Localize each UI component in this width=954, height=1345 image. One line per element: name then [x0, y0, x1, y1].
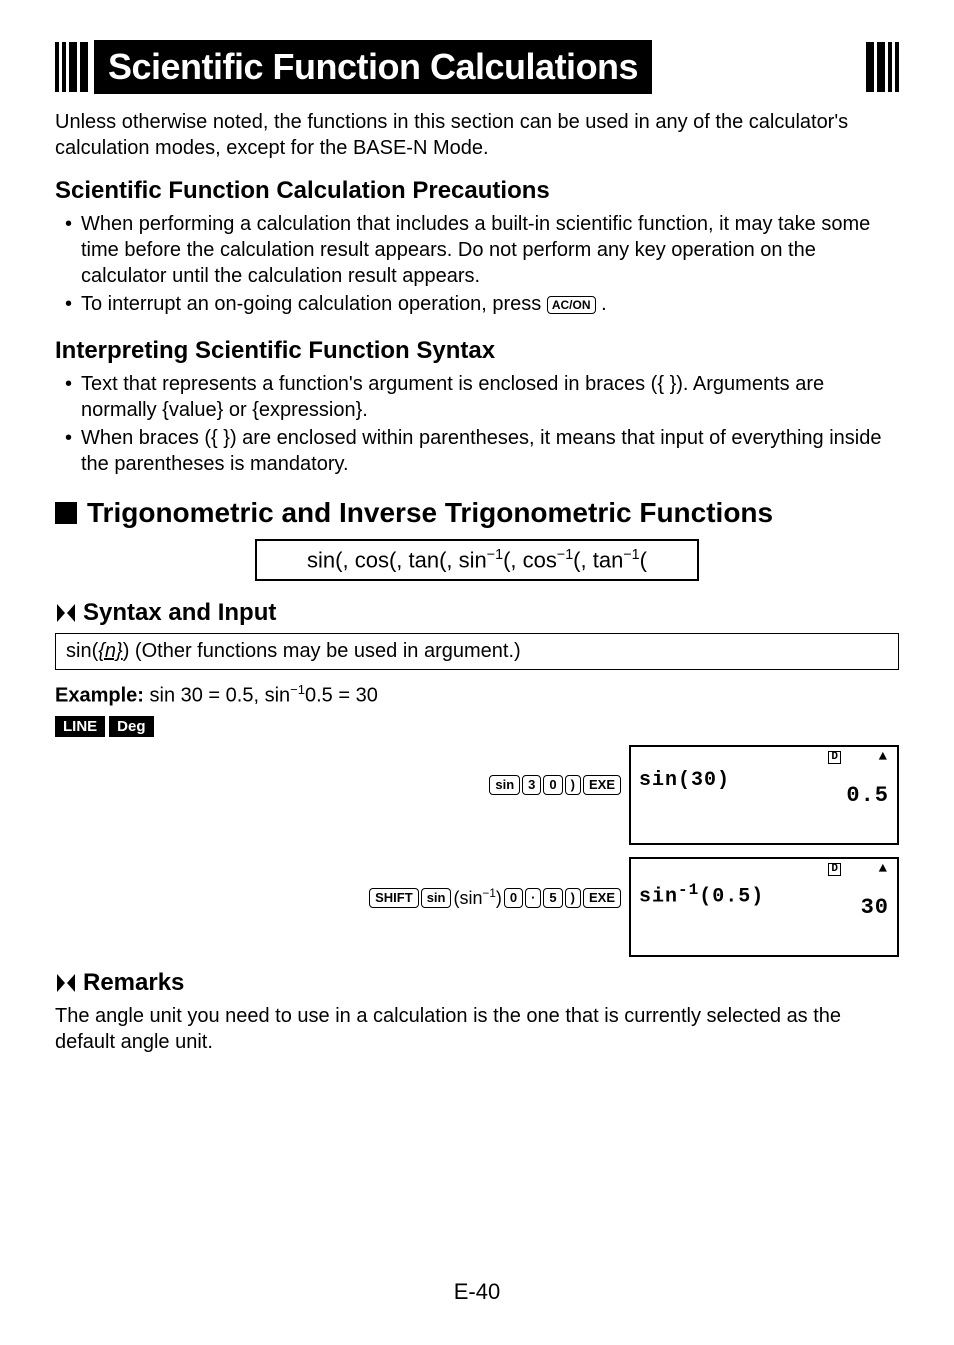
num-key-icon: 3 [522, 775, 541, 795]
syntax-subhead: Syntax and Input [55, 599, 899, 627]
num-key-icon: 0 [543, 775, 562, 795]
precautions-heading: Scientific Function Calculation Precauti… [55, 177, 899, 205]
paren-key-icon: ) [565, 888, 581, 908]
screen-expression: sin(30) [639, 769, 730, 792]
num-key-icon: 5 [543, 888, 562, 908]
deg-badge: Deg [109, 716, 153, 737]
page-number: E-40 [0, 1279, 954, 1305]
square-bullet-icon [55, 502, 77, 524]
line-badge: LINE [55, 716, 105, 737]
screen-result: 0.5 [846, 783, 889, 808]
interpret-item: When braces ({ }) are enclosed within pa… [65, 425, 899, 477]
sin-key-icon: sin [489, 775, 520, 795]
paren-key-icon: ) [565, 775, 581, 795]
screen-result: 30 [861, 895, 889, 920]
decorative-bars-right [866, 42, 899, 92]
precaution-item: To interrupt an on-going calculation ope… [65, 291, 899, 317]
syntax-heading: Syntax and Input [83, 599, 276, 627]
remarks-text: The angle unit you need to use in a calc… [55, 1003, 899, 1055]
calc-screen-2: D ▲ sin-1(0.5) 30 [629, 857, 899, 957]
precaution-item: When performing a calculation that inclu… [65, 211, 899, 289]
intro-text: Unless otherwise noted, the functions in… [55, 109, 899, 161]
dot-key-icon: · [525, 888, 541, 908]
mode-badges: LINE Deg [55, 716, 899, 737]
interpret-list: Text that represents a function's argume… [55, 371, 899, 477]
ac-on-key-icon: AC/ON [547, 296, 596, 314]
trig-heading: Trigonometric and Inverse Trigonometric … [87, 497, 773, 529]
page-title: Scientific Function Calculations [94, 40, 652, 94]
remarks-heading: Remarks [83, 969, 184, 997]
title-bar: Scientific Function Calculations [55, 40, 899, 94]
remarks-subhead: Remarks [55, 969, 899, 997]
interpret-item: Text that represents a function's argume… [65, 371, 899, 423]
arrow-bullet-icon [55, 972, 77, 994]
arrow-bullet-icon [55, 602, 77, 624]
sin-key-icon: sin [421, 888, 452, 908]
example-line: Example: sin 30 = 0.5, sin−10.5 = 30 [55, 682, 899, 708]
d-indicator: D [828, 751, 841, 764]
exe-key-icon: EXE [583, 888, 621, 908]
interpret-heading: Interpreting Scientific Function Syntax [55, 337, 899, 365]
calc-row-2: SHIFT sin (sin−1) 0 · 5 ) EXE D ▲ sin-1(… [55, 857, 899, 957]
d-indicator: D [828, 863, 841, 876]
num-key-icon: 0 [504, 888, 523, 908]
up-arrow-icon: ▲ [879, 861, 887, 877]
sin-inverse-label: (sin−1) [453, 887, 501, 909]
syntax-box: sin({n}) (Other functions may be used in… [55, 633, 899, 670]
precautions-list: When performing a calculation that inclu… [55, 211, 899, 317]
exe-key-icon: EXE [583, 775, 621, 795]
calc-row-1: sin 3 0 ) EXE D ▲ sin(30) 0.5 [55, 745, 899, 845]
function-list-box: sin(, cos(, tan(, sin−1(, cos−1(, tan−1( [255, 539, 699, 581]
screen-expression: sin-1(0.5) [639, 881, 764, 909]
key-sequence-2: SHIFT sin (sin−1) 0 · 5 ) EXE [369, 857, 621, 909]
key-sequence-1: sin 3 0 ) EXE [489, 745, 621, 795]
shift-key-icon: SHIFT [369, 888, 419, 908]
decorative-bars-left [55, 42, 88, 92]
up-arrow-icon: ▲ [879, 749, 887, 765]
trig-section-head: Trigonometric and Inverse Trigonometric … [55, 497, 899, 529]
calc-screen-1: D ▲ sin(30) 0.5 [629, 745, 899, 845]
